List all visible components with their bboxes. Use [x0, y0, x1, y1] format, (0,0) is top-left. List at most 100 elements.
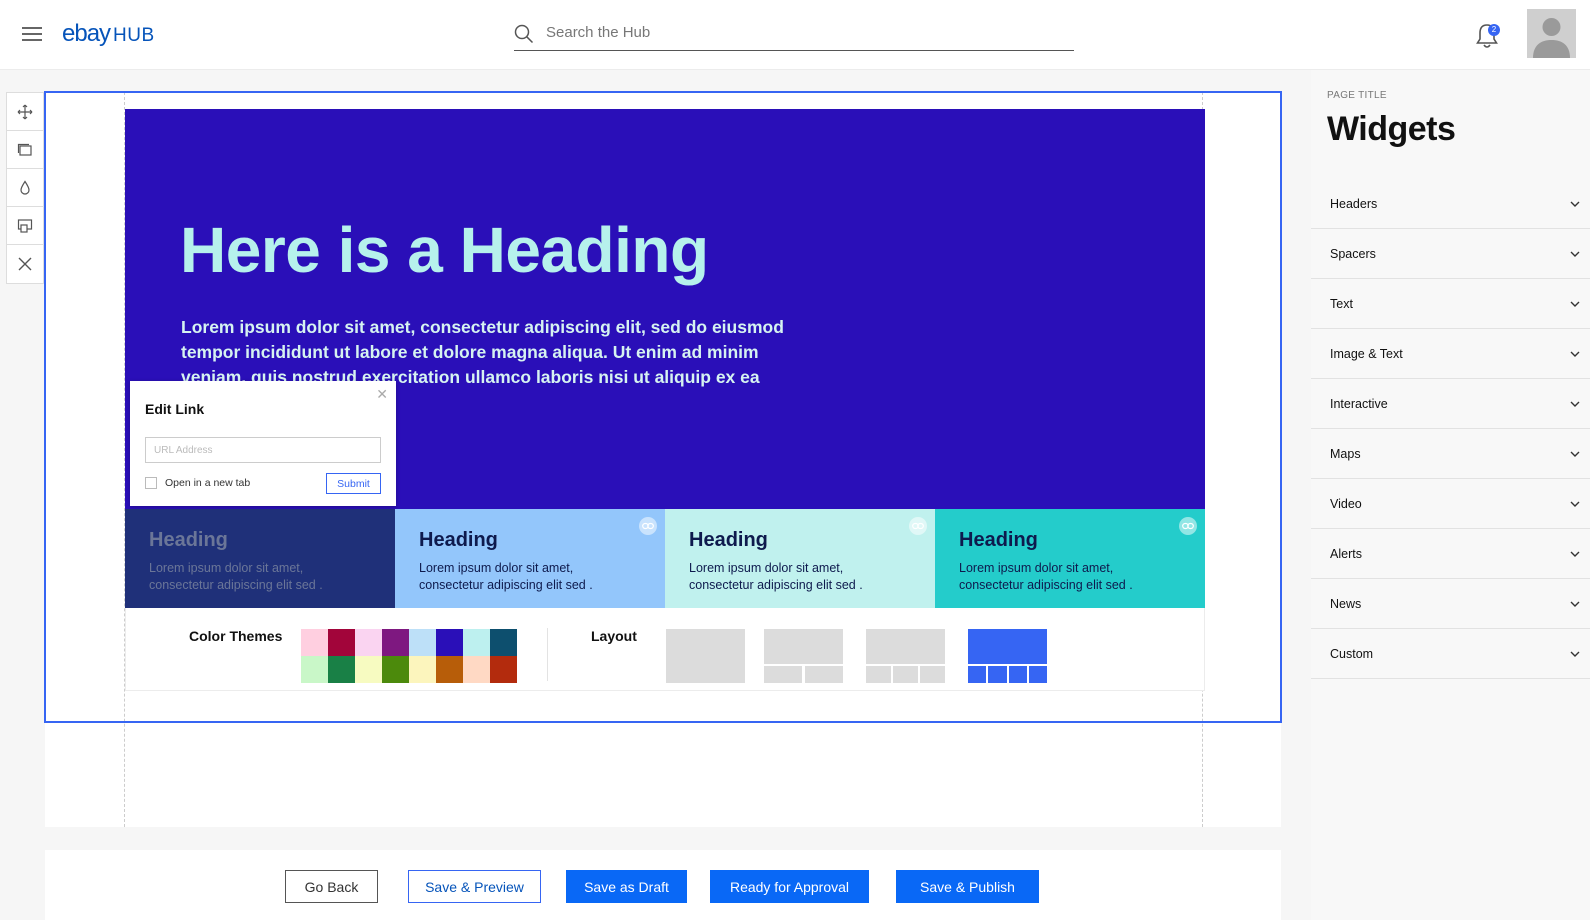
user-silhouette-icon	[1533, 18, 1570, 58]
top-bar: ebayHUB 2	[0, 0, 1590, 70]
chevron-down-icon	[1570, 401, 1580, 407]
color-themes-label: Color Themes	[189, 628, 283, 644]
search-bar	[514, 18, 1074, 51]
chevron-down-icon	[1570, 351, 1580, 357]
color-tool[interactable]	[7, 169, 43, 207]
submit-button[interactable]: Submit	[326, 473, 381, 494]
chevron-down-icon	[1570, 501, 1580, 507]
card-body: Lorem ipsum dolor sit amet, consectetur …	[959, 561, 1133, 592]
accordion-label: Text	[1330, 296, 1353, 311]
page-title: Widgets	[1327, 110, 1456, 148]
chevron-down-icon	[1570, 651, 1580, 657]
logo[interactable]: ebay HUB	[62, 20, 155, 48]
chevron-down-icon	[1570, 551, 1580, 557]
url-input[interactable]	[145, 437, 381, 463]
layout-option-four[interactable]	[968, 629, 1047, 683]
color-swatch[interactable]	[355, 629, 382, 656]
card-body: Lorem ipsum dolor sit amet, consectetur …	[419, 561, 593, 592]
feature-card[interactable]: Heading Lorem ipsum dolor sit amet, cons…	[395, 509, 665, 608]
color-swatch[interactable]	[409, 629, 436, 656]
hero-body[interactable]: Lorem ipsum dolor sit amet, consectetur …	[181, 315, 793, 390]
color-swatch[interactable]	[436, 656, 463, 683]
feature-card[interactable]: Heading Lorem ipsum dolor sit amet, cons…	[935, 509, 1205, 608]
remove-tool[interactable]	[7, 245, 43, 283]
accordion-label: Spacers	[1330, 246, 1376, 261]
color-swatch[interactable]	[436, 629, 463, 656]
color-drop-icon	[20, 179, 30, 195]
accordion-label: Interactive	[1330, 396, 1388, 411]
layout-tool[interactable]	[7, 207, 43, 245]
block-toolbar	[6, 92, 44, 284]
accordion-item-interactive[interactable]: Interactive	[1311, 379, 1590, 429]
link-icon[interactable]	[909, 517, 927, 535]
color-swatches	[301, 629, 517, 683]
color-swatch[interactable]	[463, 656, 490, 683]
feature-card[interactable]: Heading Lorem ipsum dolor sit amet, cons…	[665, 509, 935, 608]
ready-approval-button[interactable]: Ready for Approval	[710, 870, 869, 903]
accordion-item-video[interactable]: Video	[1311, 479, 1590, 529]
accordion-label: Video	[1330, 496, 1362, 511]
accordion-item-headers[interactable]: Headers	[1311, 179, 1590, 229]
chevron-down-icon	[1570, 201, 1580, 207]
layout-label: Layout	[591, 628, 637, 644]
logo-text: ebay	[62, 20, 111, 47]
layout-option-three[interactable]	[866, 629, 945, 683]
avatar[interactable]	[1527, 9, 1576, 58]
color-swatch[interactable]	[490, 629, 517, 656]
save-draft-button[interactable]: Save as Draft	[566, 870, 687, 903]
search-input[interactable]	[546, 24, 1046, 41]
move-tool[interactable]	[7, 93, 43, 131]
logo-suffix: HUB	[113, 25, 155, 46]
accordion-item-maps[interactable]: Maps	[1311, 429, 1590, 479]
layout-option-two[interactable]	[764, 629, 843, 683]
color-swatch[interactable]	[463, 629, 490, 656]
accordion-label: Alerts	[1330, 546, 1362, 561]
color-swatch[interactable]	[301, 629, 328, 656]
link-icon[interactable]	[1179, 517, 1197, 535]
color-swatch[interactable]	[409, 656, 436, 683]
accordion-item-custom[interactable]: Custom	[1311, 629, 1590, 679]
layout-option-single[interactable]	[666, 629, 745, 683]
hero-heading[interactable]: Here is a Heading	[180, 213, 709, 287]
color-swatch[interactable]	[328, 656, 355, 683]
edit-link-popover: Edit Link ✕ Open in a new tab Submit	[130, 381, 396, 506]
link-icon[interactable]	[639, 517, 657, 535]
duplicate-tool[interactable]	[7, 131, 43, 169]
card-heading: Heading	[689, 529, 768, 551]
accordion-label: News	[1330, 596, 1362, 611]
search-icon	[514, 24, 534, 44]
close-icon[interactable]: ✕	[376, 386, 388, 403]
duplicate-icon	[17, 143, 32, 156]
menu-icon[interactable]	[22, 27, 42, 41]
go-back-button[interactable]: Go Back	[285, 870, 378, 903]
color-swatch[interactable]	[490, 656, 517, 683]
new-tab-checkbox[interactable]	[145, 477, 157, 489]
page-title-caption: PAGE TITLE	[1327, 90, 1387, 101]
widgets-panel: PAGE TITLE Widgets Headers Spacers Text …	[1311, 70, 1590, 920]
accordion-label: Custom	[1330, 646, 1374, 661]
accordion-label: Headers	[1330, 196, 1378, 211]
save-preview-button[interactable]: Save & Preview	[408, 870, 541, 903]
card-heading: Heading	[419, 529, 498, 551]
accordion-item-text[interactable]: Text	[1311, 279, 1590, 329]
save-publish-button[interactable]: Save & Publish	[896, 870, 1039, 903]
card-heading: Heading	[959, 529, 1038, 551]
color-swatch[interactable]	[382, 629, 409, 656]
color-swatch[interactable]	[382, 656, 409, 683]
move-icon	[17, 104, 33, 119]
chevron-down-icon	[1570, 301, 1580, 307]
accordion-item-spacers[interactable]: Spacers	[1311, 229, 1590, 279]
chevron-down-icon	[1570, 601, 1580, 607]
feature-card[interactable]: Heading Lorem ipsum dolor sit amet, cons…	[125, 509, 395, 608]
accordion-label: Maps	[1330, 446, 1361, 461]
accordion-item-image-text[interactable]: Image & Text	[1311, 329, 1590, 379]
widget-accordion: Headers Spacers Text Image & Text Intera…	[1311, 179, 1590, 679]
accordion-item-news[interactable]: News	[1311, 579, 1590, 629]
action-bar: Go Back Save & Preview Save as Draft Rea…	[45, 850, 1281, 920]
color-swatch[interactable]	[355, 656, 382, 683]
color-swatch[interactable]	[301, 656, 328, 683]
accordion-item-alerts[interactable]: Alerts	[1311, 529, 1590, 579]
color-swatch[interactable]	[328, 629, 355, 656]
card-body: Lorem ipsum dolor sit amet, consectetur …	[689, 561, 863, 592]
feature-cards: Heading Lorem ipsum dolor sit amet, cons…	[125, 509, 1205, 608]
